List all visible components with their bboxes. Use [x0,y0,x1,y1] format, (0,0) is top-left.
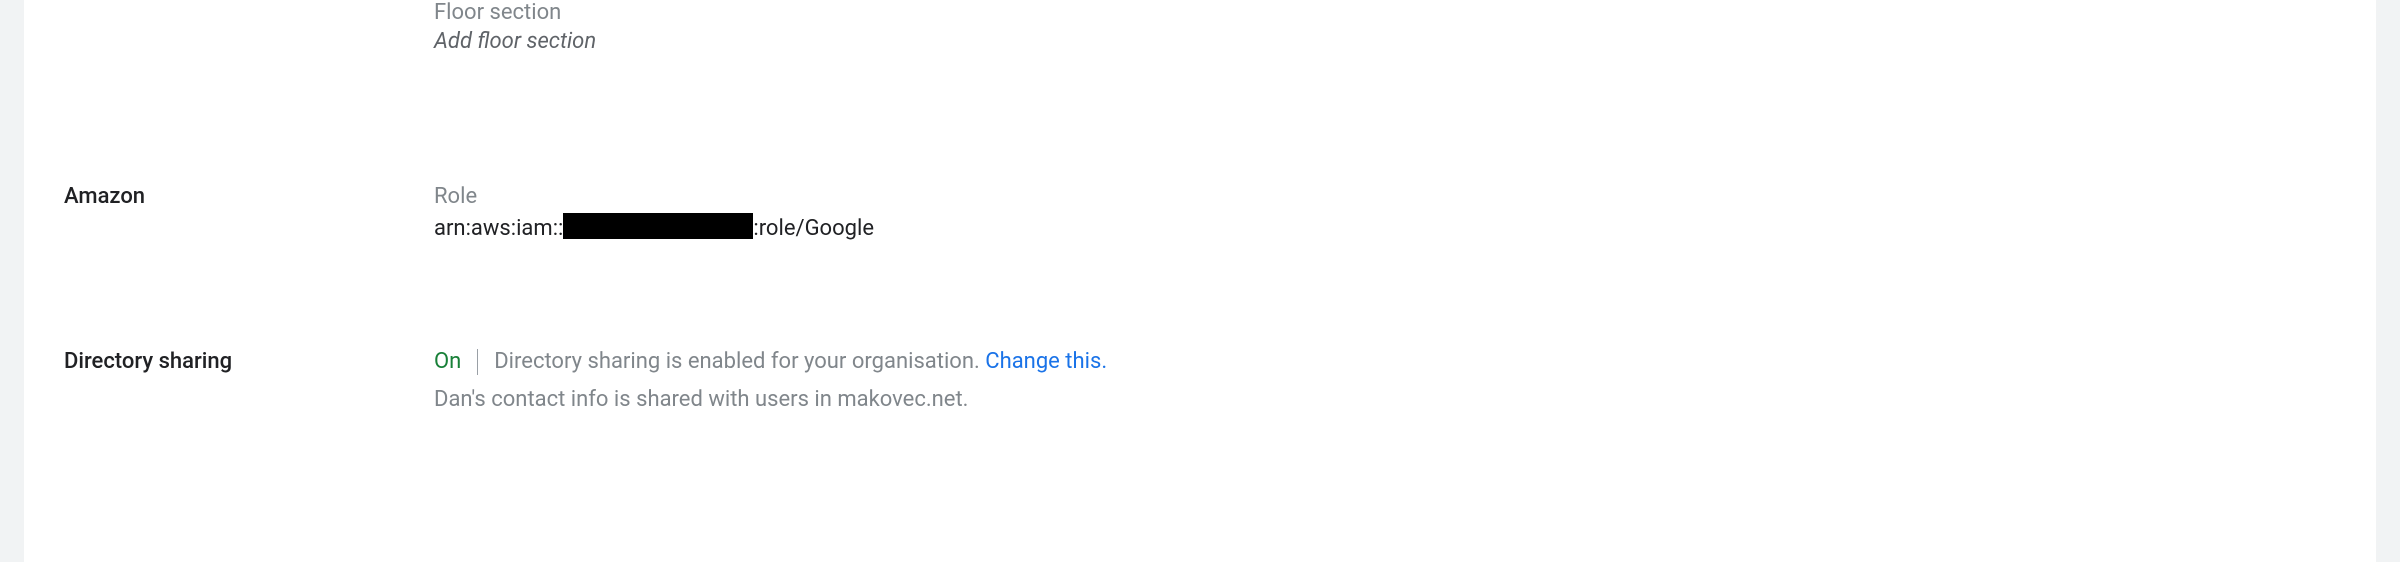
settings-panel: Floor section Add floor section Amazon R… [24,0,2376,562]
floor-section-row: Floor section Add floor section [64,0,2336,54]
directory-sharing-value-col: On Directory sharing is enabled for your… [434,349,2336,412]
floor-section-field-label: Floor section [434,0,2336,25]
amazon-role-arn-value: arn:aws:iam:::role/Google [434,215,2336,241]
amazon-row: Amazon Role arn:aws:iam:::role/Google [64,184,2336,241]
amazon-role-field-label: Role [434,184,2336,209]
amazon-section-label: Amazon [64,184,145,209]
directory-sharing-status-line: On Directory sharing is enabled for your… [434,349,2336,377]
directory-sharing-description: Directory sharing is enabled for your or… [494,349,985,374]
redacted-account-id [563,213,753,239]
directory-sharing-section-label: Directory sharing [64,349,232,374]
directory-sharing-row: Directory sharing On Directory sharing i… [64,349,2336,412]
directory-sharing-sub-description: Dan's contact info is shared with users … [434,387,2336,412]
status-divider [477,349,478,375]
amazon-value-col: Role arn:aws:iam:::role/Google [434,184,2336,241]
add-floor-section-action[interactable]: Add floor section [434,29,2336,54]
change-directory-sharing-link[interactable]: Change this. [985,349,1107,374]
arn-suffix: :role/Google [753,216,874,241]
directory-sharing-label-col: Directory sharing [64,349,434,374]
amazon-label-col: Amazon [64,184,434,209]
arn-prefix: arn:aws:iam:: [434,216,563,241]
directory-sharing-status: On [434,349,461,374]
floor-section-value-col: Floor section Add floor section [434,0,2336,54]
